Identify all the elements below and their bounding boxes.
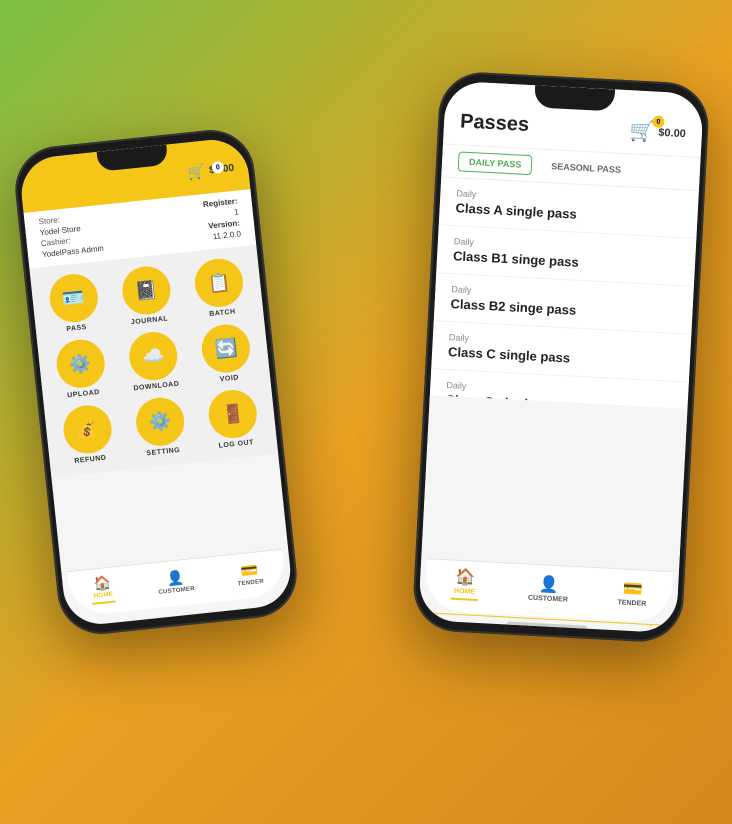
phone-left: 🛒 $0.00 0 Store: Register: Yodel Store 1… <box>11 126 301 638</box>
right-nav-home[interactable]: 🏠 HOME <box>450 567 480 601</box>
cashier-label: Cashier: <box>40 236 71 248</box>
left-bottom-nav: 🏠 HOME 👤 CUSTOMER 💳 TENDER <box>67 549 287 617</box>
batch-label: BATCH <box>209 308 236 318</box>
home-underline <box>92 600 116 604</box>
grid-item-logout[interactable]: 🚪 LOG OUT <box>198 387 269 452</box>
left-cart-icon: 🛒 <box>187 163 206 182</box>
grid-item-void[interactable]: 🔄 VOID <box>191 321 262 386</box>
logout-label: LOG OUT <box>218 439 254 450</box>
left-grid: 🪪 PASS 📓 JOURNAL 📋 BATCH ⚙️ UPLOAD ☁ <box>29 245 278 478</box>
left-nav-home[interactable]: 🏠 HOME <box>89 574 116 605</box>
phones-container: 🛒 $0.00 0 Store: Register: Yodel Store 1… <box>16 17 716 807</box>
grid-item-journal[interactable]: 📓 JOURNAL <box>111 263 182 328</box>
pass-list: Daily Class A single pass Daily Class B1… <box>430 177 699 408</box>
phone-left-screen: 🛒 $0.00 0 Store: Register: Yodel Store 1… <box>18 136 294 627</box>
grid-item-download[interactable]: ☁️ DOWNLOAD <box>118 329 189 394</box>
right-nav-tender[interactable]: 💳 TENDER <box>617 578 647 607</box>
batch-circle: 📋 <box>193 256 246 309</box>
right-tender-label: TENDER <box>617 599 646 607</box>
customer-nav-label: CUSTOMER <box>158 586 195 596</box>
grid-item-batch[interactable]: 📋 BATCH <box>184 256 255 321</box>
tender-nav-label: TENDER <box>237 578 264 587</box>
grid-item-pass[interactable]: 🪪 PASS <box>38 271 109 336</box>
right-cart-icon: 🛒 <box>629 118 655 144</box>
right-cart-amount: $0.00 <box>658 126 686 139</box>
right-tender-icon: 💳 <box>622 578 643 599</box>
logout-circle: 🚪 <box>207 388 260 441</box>
store-label: Store: <box>38 215 60 226</box>
upload-label: UPLOAD <box>67 389 100 399</box>
version-value: 11.2.0.0 <box>212 229 241 241</box>
void-label: VOID <box>220 374 240 383</box>
download-circle: ☁️ <box>127 330 180 383</box>
journal-circle: 📓 <box>120 264 173 317</box>
phone-right-screen: Passes 🛒 0 $0.00 DAILY PASS SEASONL PASS… <box>418 81 704 634</box>
left-nav-tender[interactable]: 💳 TENDER <box>235 560 264 587</box>
grid-item-setting[interactable]: ⚙️ SETTING <box>125 394 196 459</box>
home-nav-label: HOME <box>94 592 114 600</box>
refund-label: REFUND <box>74 455 107 465</box>
pass-label: PASS <box>66 324 87 333</box>
void-circle: 🔄 <box>200 322 253 375</box>
passes-title: Passes <box>460 110 530 137</box>
pass-circle: 🪪 <box>47 272 100 325</box>
right-screen-inner: Passes 🛒 0 $0.00 DAILY PASS SEASONL PASS… <box>418 81 704 634</box>
right-customer-label: CUSTOMER <box>528 594 568 603</box>
right-home-label: HOME <box>454 588 475 596</box>
right-home-icon: 🏠 <box>455 567 476 588</box>
right-cart-area: 🛒 0 $0.00 <box>629 118 687 146</box>
download-label: DOWNLOAD <box>133 381 179 393</box>
journal-label: JOURNAL <box>131 315 169 326</box>
tender-icon: 💳 <box>240 561 259 580</box>
register-value: 1 <box>234 207 239 216</box>
left-nav-customer[interactable]: 👤 CUSTOMER <box>156 568 195 596</box>
right-customer-icon: 👤 <box>538 574 559 595</box>
tab-seasonal-pass[interactable]: SEASONL PASS <box>540 156 633 181</box>
refund-circle: 💰 <box>61 403 114 456</box>
right-home-underline <box>450 598 478 601</box>
upload-circle: ⚙️ <box>54 337 107 390</box>
setting-label: SETTING <box>146 447 180 457</box>
home-icon: 🏠 <box>93 574 112 593</box>
grid-item-refund[interactable]: 💰 REFUND <box>52 402 123 467</box>
customer-icon: 👤 <box>166 569 185 588</box>
setting-circle: ⚙️ <box>134 395 187 448</box>
home-indicator <box>507 622 587 629</box>
grid-item-upload[interactable]: ⚙️ UPLOAD <box>45 337 116 402</box>
tab-daily-pass[interactable]: DAILY PASS <box>458 151 533 175</box>
right-nav-customer[interactable]: 👤 CUSTOMER <box>528 573 569 603</box>
phone-right: Passes 🛒 0 $0.00 DAILY PASS SEASONL PASS… <box>412 70 711 643</box>
